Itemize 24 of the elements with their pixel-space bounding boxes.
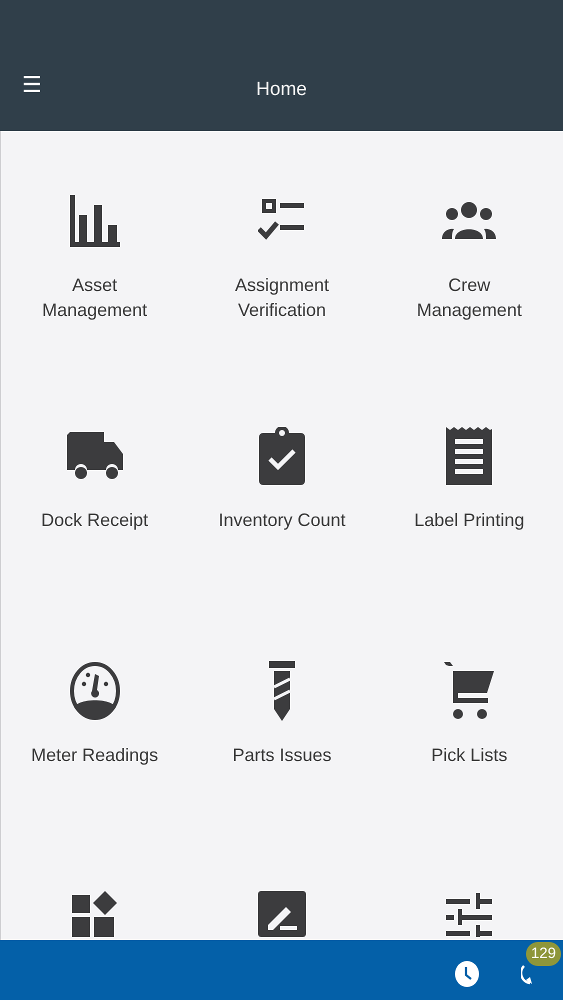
drill-bit-icon (268, 661, 295, 721)
clipboard-icon (258, 427, 305, 485)
tile-label[interactable]: Inventory Count (216, 508, 347, 533)
edit-icon (258, 891, 306, 937)
page-title: Home (256, 79, 307, 101)
tile-label[interactable]: Assignment Verification (216, 273, 347, 323)
tile-label[interactable]: Label Printing (404, 508, 534, 533)
tile-label[interactable]: Crew Management (404, 273, 534, 323)
sliders-icon (446, 891, 492, 937)
chart-icon (70, 195, 120, 247)
receipt-icon (446, 427, 492, 485)
tile-label[interactable]: Meter Readings (30, 743, 160, 768)
group-icon (442, 201, 496, 241)
menu-button[interactable]: ☰ (20, 73, 44, 98)
clock-icon[interactable] (455, 961, 479, 987)
tile-label[interactable]: Dock Receipt (30, 508, 160, 533)
gauge-icon (70, 662, 120, 720)
sync-count-badge: 129 (526, 942, 561, 966)
shapes-icon (72, 891, 118, 937)
tile-label[interactable]: Parts Issues (216, 743, 347, 768)
truck-icon (66, 432, 123, 480)
cart-icon (444, 662, 494, 720)
tile-label[interactable]: Pick Lists (404, 743, 534, 768)
tile-label[interactable]: Asset Management (30, 273, 160, 323)
